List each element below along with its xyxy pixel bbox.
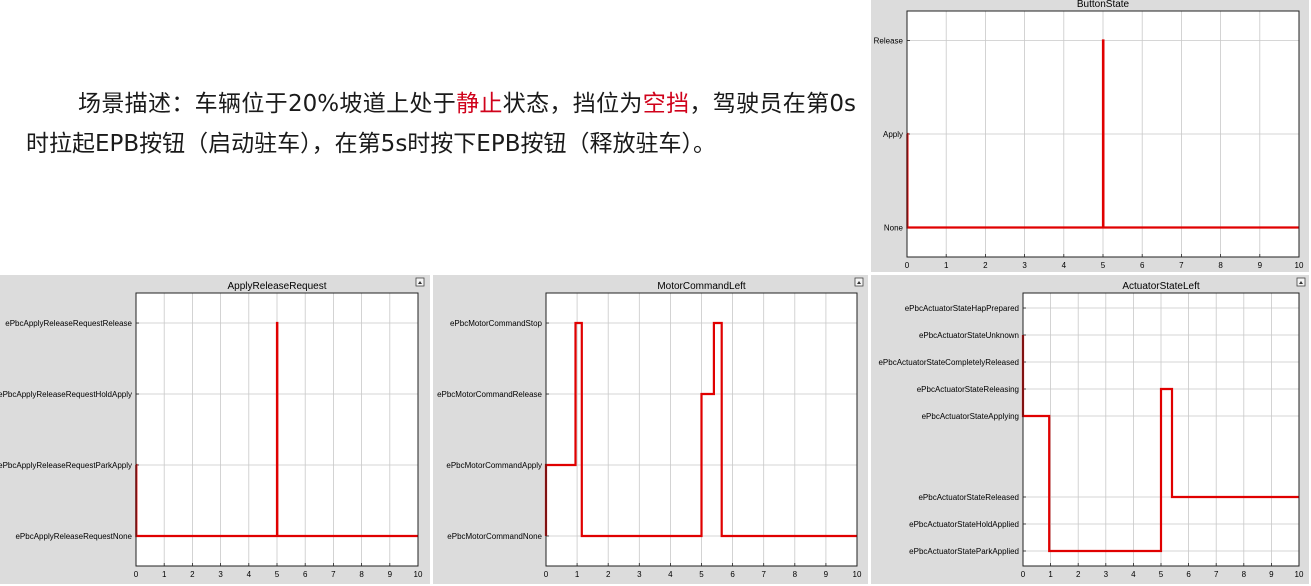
y-tick-label: ePbcActuatorStateHoldApplied — [909, 520, 1019, 529]
x-tick-label: 3 — [1022, 261, 1027, 270]
x-tick-label: 9 — [1258, 261, 1263, 270]
x-tick-label: 5 — [1101, 261, 1106, 270]
x-tick-label: 7 — [1179, 261, 1184, 270]
x-tick-label: 8 — [793, 570, 798, 579]
y-tick-label: ePbcApplyReleaseRequestHoldApply — [0, 390, 132, 399]
x-tick-label: 7 — [331, 570, 336, 579]
x-tick-label: 4 — [1062, 261, 1067, 270]
y-tick-label: ePbcActuatorStateParkApplied — [909, 547, 1019, 556]
x-tick-label: 6 — [1140, 261, 1145, 270]
x-tick-label: 6 — [1186, 570, 1191, 579]
x-tick-label: 8 — [1218, 261, 1223, 270]
apply-release-request-scope-panel: ApplyReleaseRequest 0 1 2 3 4 5 6 7 8 9 10 ePbcApply… — [0, 275, 430, 584]
x-tick-label: 2 — [1076, 570, 1081, 579]
x-tick-label: 6 — [303, 570, 308, 579]
chart-title: MotorCommandLeft — [657, 281, 746, 292]
x-tick-label: 4 — [1131, 570, 1136, 579]
actuator-state-left-chart: ActuatorStateLeft 0 1 2 3 4 5 6 7 8 9 10 ePbcActuato… — [878, 277, 1306, 579]
x-tick-label: 4 — [247, 570, 252, 579]
x-tick-label: 1 — [575, 570, 580, 579]
actuator-state-left-scope-panel: ActuatorStateLeft 0 1 2 3 4 5 6 7 8 9 10 ePbcActuato… — [871, 275, 1309, 584]
y-tick-label: ePbcActuatorStateReleased — [918, 493, 1019, 502]
scenario-description: 场景描述：车辆位于20%坡道上处于静止状态，挡位为空挡，驾驶员在第0s时拉起EP… — [26, 84, 856, 164]
undock-icon[interactable] — [1296, 277, 1306, 287]
x-tick-label: 8 — [1242, 570, 1247, 579]
y-tick-label: ePbcActuatorStateCompletelyReleased — [878, 358, 1019, 367]
x-tick-label: 4 — [668, 570, 673, 579]
x-tick-label: 10 — [1295, 570, 1304, 579]
x-tick-label: 8 — [359, 570, 364, 579]
x-tick-label: 10 — [853, 570, 862, 579]
button-state-scope-panel: ButtonState 0 1 2 3 4 5 6 7 8 9 10 None Apply Release — [871, 0, 1309, 272]
x-tick-label: 9 — [1269, 570, 1274, 579]
motor-command-left-scope-panel: MotorCommandLeft 0 1 2 3 4 5 6 7 8 9 10 ePbcMotorCom… — [433, 275, 868, 584]
x-tick-label: 9 — [388, 570, 393, 579]
desc-part: 状态，挡位为 — [502, 91, 643, 117]
y-tick-label: ePbcMotorCommandApply — [446, 461, 542, 470]
x-tick-label: 0 — [1021, 570, 1026, 579]
y-tick-label: ePbcMotorCommandRelease — [437, 390, 542, 399]
motor-command-left-chart: MotorCommandLeft 0 1 2 3 4 5 6 7 8 9 10 ePbcMotorCom… — [437, 277, 864, 579]
x-tick-label: 10 — [1295, 261, 1304, 270]
y-tick-label: ePbcApplyReleaseRequestParkApply — [0, 461, 132, 470]
y-tick-label: ePbcApplyReleaseRequestNone — [15, 532, 132, 541]
desc-highlight-stationary: 静止 — [456, 91, 503, 117]
x-tick-label: 5 — [275, 570, 280, 579]
y-tick-label: Release — [874, 37, 904, 46]
x-tick-label: 2 — [190, 570, 195, 579]
apply-release-request-chart: ApplyReleaseRequest 0 1 2 3 4 5 6 7 8 9 10 ePbcApply… — [0, 277, 425, 579]
desc-highlight-neutral: 空挡 — [642, 91, 690, 117]
x-tick-label: 0 — [134, 570, 139, 579]
desc-part: 场景描述：车辆位于20%坡道上处于 — [78, 91, 457, 117]
x-tick-label: 5 — [1159, 570, 1164, 579]
y-tick-label: ePbcActuatorStateHapPrepared — [905, 304, 1019, 313]
x-tick-label: 10 — [414, 570, 423, 579]
button-state-chart: ButtonState 0 1 2 3 4 5 6 7 8 9 10 None Apply Release — [874, 0, 1304, 270]
x-tick-label: 2 — [606, 570, 611, 579]
chart-title: ActuatorStateLeft — [1122, 281, 1199, 292]
x-tick-label: 3 — [637, 570, 642, 579]
x-tick-label: 2 — [983, 261, 988, 270]
x-tick-label: 5 — [699, 570, 704, 579]
x-tick-label: 6 — [730, 570, 735, 579]
x-tick-label: 9 — [824, 570, 829, 579]
chart-title: ButtonState — [1077, 0, 1130, 10]
y-tick-label: ePbcActuatorStateUnknown — [919, 331, 1019, 340]
x-tick-label: 3 — [218, 570, 223, 579]
x-tick-label: 1 — [944, 261, 949, 270]
y-tick-label: ePbcActuatorStateApplying — [922, 412, 1019, 421]
y-tick-label: None — [884, 223, 904, 232]
y-tick-label: ePbcApplyReleaseRequestRelease — [5, 319, 132, 328]
undock-icon[interactable] — [854, 277, 864, 287]
x-tick-label: 3 — [1104, 570, 1109, 579]
y-tick-label: ePbcMotorCommandStop — [450, 319, 543, 328]
y-tick-label: ePbcActuatorStateReleasing — [917, 385, 1019, 394]
x-tick-label: 1 — [1048, 570, 1053, 579]
chart-title: ApplyReleaseRequest — [228, 281, 327, 292]
x-tick-label: 7 — [1214, 570, 1219, 579]
y-tick-label: ePbcMotorCommandNone — [447, 532, 542, 541]
undock-icon[interactable] — [415, 277, 425, 287]
x-tick-label: 1 — [162, 570, 167, 579]
y-tick-label: Apply — [883, 130, 903, 139]
x-tick-label: 0 — [544, 570, 549, 579]
x-tick-label: 7 — [761, 570, 766, 579]
x-tick-label: 0 — [905, 261, 910, 270]
